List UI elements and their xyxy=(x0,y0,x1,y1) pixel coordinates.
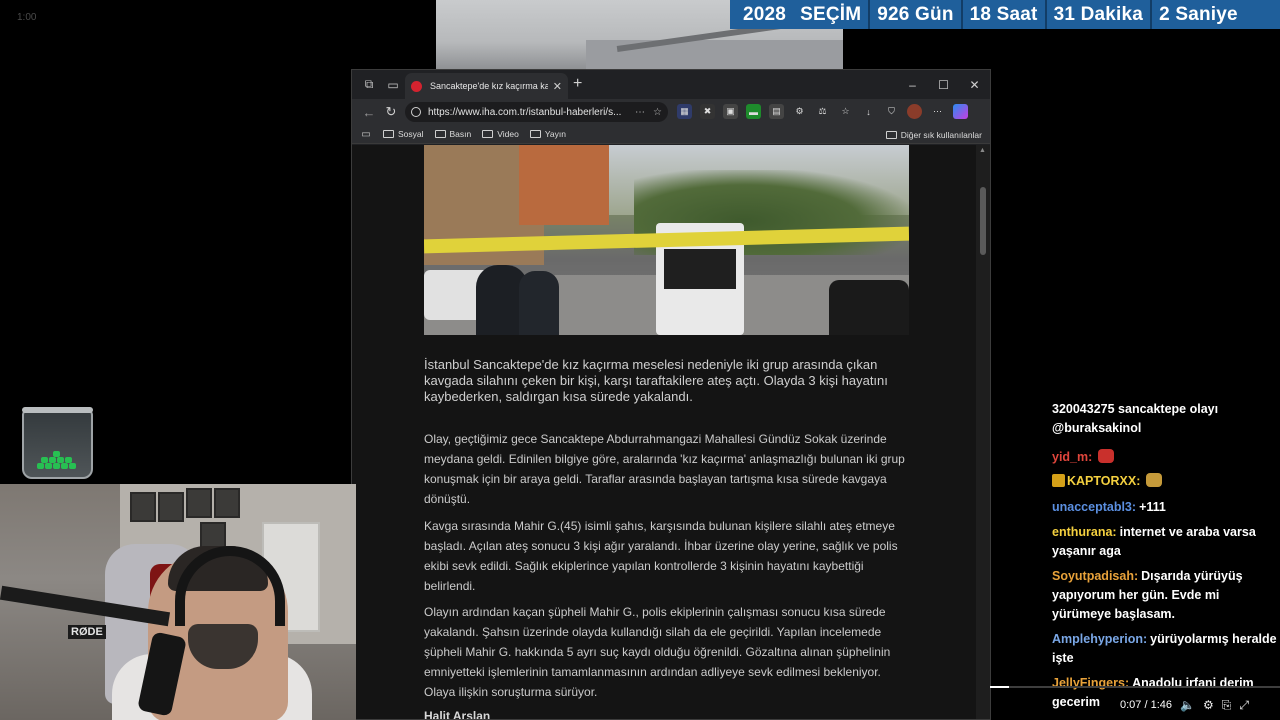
reader-view-icon[interactable]: ⋯ xyxy=(635,107,645,118)
countdown-label: SEÇİM xyxy=(800,3,862,25)
avatar[interactable] xyxy=(907,104,922,119)
back-icon[interactable]: ← xyxy=(358,105,380,120)
extension-icon[interactable]: ▬ xyxy=(746,104,761,119)
page-scrollbar[interactable]: ▲ xyxy=(976,145,990,719)
tab-actions-icon[interactable]: ▭ xyxy=(382,74,404,96)
face-emote-icon xyxy=(1146,473,1163,487)
subscriber-badge-icon xyxy=(1052,474,1065,487)
tab-bar: ⧉ ▭ Sancaktepe'de kız kaçırma kavga ✕ + … xyxy=(352,70,990,99)
extension-icon[interactable]: ✖ xyxy=(700,104,715,119)
active-tab[interactable]: Sancaktepe'de kız kaçırma kavga ✕ xyxy=(405,73,568,99)
bookmarks-menu-icon[interactable]: ▭ xyxy=(360,123,372,145)
article-paragraph: Kavga sırasında Mahir G.(45) isimli şahı… xyxy=(424,519,898,593)
angry-emote-icon xyxy=(1098,449,1115,463)
folder-icon xyxy=(383,130,394,138)
folder-icon xyxy=(482,130,494,138)
article-paragraph: Olay, geçtiğimiz gece Sancaktepe Abdurra… xyxy=(424,432,905,506)
chat-message: unacceptabl3: +111 xyxy=(1052,498,1278,517)
chat-username: yid_m: xyxy=(1052,450,1093,464)
site-info-icon[interactable] xyxy=(411,107,421,117)
election-countdown: 2028 SEÇİM 926 Gün 18 Saat 31 Dakika 2 S… xyxy=(730,0,1280,29)
article-author: Halit Arslan xyxy=(424,709,491,720)
countdown-days: 926 Gün xyxy=(877,3,954,25)
webcam-feed: RØDE xyxy=(0,484,356,720)
new-tab-icon[interactable]: + xyxy=(573,75,582,93)
tab-close-icon[interactable]: ✕ xyxy=(553,80,562,93)
volume-icon[interactable]: 🔈 xyxy=(1180,698,1195,712)
close-window-icon[interactable]: ✕ xyxy=(959,70,990,99)
chat-username: Amplehyperion: xyxy=(1052,632,1148,646)
chat-text: +111 xyxy=(1139,500,1166,514)
copilot-icon[interactable] xyxy=(953,104,968,119)
browser-window: ⧉ ▭ Sancaktepe'de kız kaçırma kavga ✕ + … xyxy=(351,69,991,720)
address-toolbar: ← ↻ https://www.iha.com.tr/istanbul-habe… xyxy=(352,99,990,125)
chat-message: enthurana: internet ve araba varsa yaşanı… xyxy=(1052,523,1278,561)
bookmark-folder[interactable]: Yayın xyxy=(529,129,566,139)
chat-message: Amplehyperion: yürüyolarmış heralde işte xyxy=(1052,630,1278,668)
url-field[interactable]: https://www.iha.com.tr/istanbul-haberler… xyxy=(405,102,668,122)
bookmark-folder[interactable]: Video xyxy=(482,129,519,139)
more-menu-icon[interactable]: ⋯ xyxy=(930,104,945,119)
split-screen-icon[interactable]: ⚖ xyxy=(815,104,830,119)
countdown-year: 2028 xyxy=(743,3,787,25)
minimize-icon[interactable]: – xyxy=(897,70,928,99)
bookmark-folder[interactable]: Basın xyxy=(434,129,471,139)
gem-jar xyxy=(22,409,93,479)
chat-username: enthurana: xyxy=(1052,525,1117,539)
downloads-icon[interactable]: ↓ xyxy=(861,104,876,119)
chat-message: Soyutpadisah: Dışarıda yürüyüş yapıyorum … xyxy=(1052,567,1278,624)
extension-icon[interactable]: ▣ xyxy=(723,104,738,119)
video-controls: 0:07 / 1:46 🔈 ⚙ ⎘ ⤢ xyxy=(1120,694,1280,716)
site-favicon-icon xyxy=(411,80,422,92)
fullscreen-icon[interactable]: ⤢ xyxy=(1239,698,1249,713)
chat-message: KAPTORXX: xyxy=(1052,472,1278,491)
article-photo xyxy=(424,145,909,335)
tab-title: Sancaktepe'de kız kaçırma kavga xyxy=(430,81,548,91)
clip-icon[interactable]: ⎘ xyxy=(1222,698,1232,713)
countdown-minutes: 31 Dakika xyxy=(1053,3,1144,25)
mic-brand-label: RØDE xyxy=(68,625,106,639)
folder-icon xyxy=(529,130,541,138)
bookmarks-bar: ▭ Sosyal Basın Video Yayın Diğer sık kul… xyxy=(352,125,990,144)
favorites-icon[interactable]: ☆ xyxy=(838,104,853,119)
chat-username: Soyutpadisah: xyxy=(1052,569,1139,583)
chat-message: 320043275 sancaktepe olayı @buraksakinol xyxy=(1052,400,1278,438)
video-progress-fill xyxy=(990,686,1010,688)
countdown-hours: 18 Saat xyxy=(969,3,1038,25)
scroll-up-icon[interactable]: ▲ xyxy=(979,147,986,154)
url-text: https://www.iha.com.tr/istanbul-haberler… xyxy=(428,106,622,118)
extension-icon[interactable]: ▦ xyxy=(677,104,692,119)
article-lead: İstanbul Sancaktepe'de kız kaçırma mesel… xyxy=(424,357,888,404)
chat-username: KAPTORXX: xyxy=(1067,474,1141,488)
jar-lid xyxy=(22,407,93,413)
corner-timestamp: 1:00 xyxy=(17,12,37,23)
puzzle-icon[interactable]: ⚙ xyxy=(792,104,807,119)
chat-text: 320043275 sancaktepe olayı @buraksakinol xyxy=(1052,402,1219,435)
workspaces-icon[interactable]: ⧉ xyxy=(358,74,380,96)
video-progress-bar[interactable] xyxy=(990,686,1280,688)
favorite-star-icon[interactable]: ☆ xyxy=(653,107,662,118)
bookmark-folder[interactable]: Sosyal xyxy=(383,129,424,139)
countdown-seconds: 2 Saniye xyxy=(1159,3,1238,25)
scroll-thumb[interactable] xyxy=(980,187,986,255)
video-time: 0:07 / 1:46 xyxy=(1120,699,1172,711)
stream-canvas: 1:00 2028 SEÇİM 926 Gün 18 Saat 31 Dakik… xyxy=(0,0,1280,720)
article-paragraph: Olayın ardından kaçan şüpheli Mahir G., … xyxy=(424,605,891,699)
settings-gear-icon[interactable]: ⚙ xyxy=(1203,698,1214,712)
chat-username: unacceptabl3: xyxy=(1052,500,1137,514)
shield-icon[interactable]: ⛉ xyxy=(884,104,899,119)
folder-icon xyxy=(434,130,446,138)
maximize-icon[interactable]: ☐ xyxy=(928,70,959,99)
extension-icon[interactable]: ▤ xyxy=(769,104,784,119)
chat-message: yid_m: xyxy=(1052,448,1278,467)
folder-icon xyxy=(885,131,897,139)
page-content: İstanbul Sancaktepe'de kız kaçırma mesel… xyxy=(352,145,978,720)
refresh-icon[interactable]: ↻ xyxy=(380,104,402,120)
other-favorites[interactable]: Diğer sık kullanılanlar xyxy=(885,130,982,140)
